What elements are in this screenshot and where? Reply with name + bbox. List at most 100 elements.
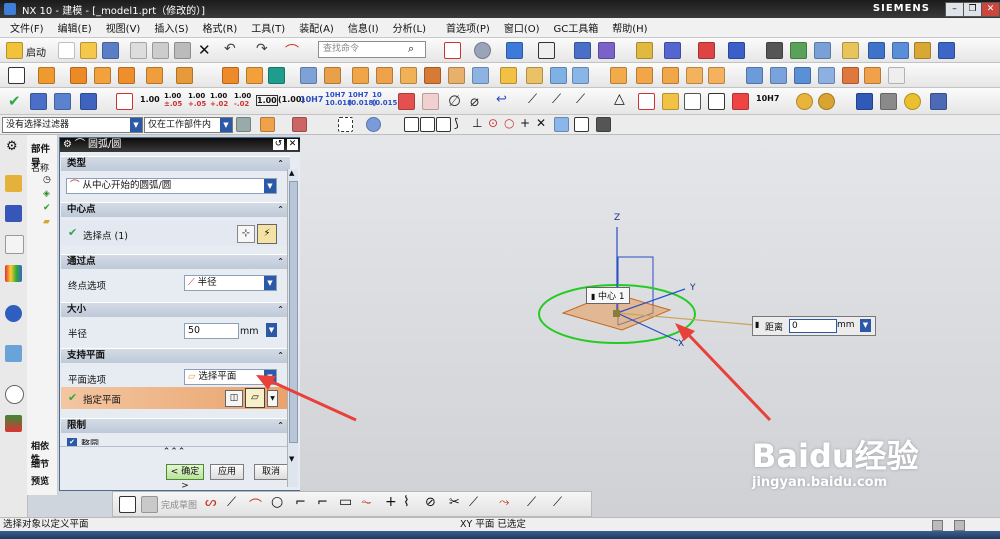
status-icon[interactable] (932, 520, 943, 531)
radius-input[interactable]: 50 (184, 323, 239, 339)
explode-icon[interactable] (938, 42, 955, 59)
fit-range-icon[interactable]: 10 (0.015) (372, 91, 401, 107)
plane-dialog-button[interactable]: ◫ (225, 390, 243, 407)
menu-format[interactable]: 格式(R) (203, 20, 238, 35)
circularity-icon[interactable]: ⌀ (470, 92, 479, 110)
profile-icon[interactable]: ᔕ (205, 495, 217, 510)
snap-bounded-icon[interactable] (574, 117, 589, 132)
wcs-icon[interactable] (598, 42, 615, 59)
background-icon[interactable] (538, 42, 555, 59)
bridge-icon[interactable] (864, 67, 881, 84)
studio-surface-icon[interactable] (794, 67, 811, 84)
datum-icon[interactable] (268, 67, 285, 84)
polygon-icon[interactable]: ⏦ (361, 495, 372, 510)
snap-face-icon[interactable] (554, 117, 569, 132)
section-center-header[interactable]: 中心点 ⌃ (61, 202, 290, 217)
scroll-thumb[interactable] (289, 181, 298, 443)
cone-icon[interactable] (118, 67, 135, 84)
arc-command-icon[interactable]: ⌒ (285, 41, 299, 61)
reuse-library-icon[interactable] (5, 265, 22, 282)
finish-sketch-label[interactable]: 完成草图 (161, 498, 197, 511)
snap-icon[interactable] (636, 42, 653, 59)
face-icon[interactable] (500, 67, 517, 84)
make-corner-icon[interactable]: ⤳ (499, 495, 509, 510)
section-support-plane-header[interactable]: 支持平面 ⌃ (61, 348, 290, 363)
tol-bilateral-icon[interactable]: 1.00 +.05 (188, 92, 206, 108)
point-icon[interactable]: + (385, 494, 397, 510)
pull-face-icon[interactable] (662, 67, 679, 84)
menu-analysis[interactable]: 分析(L) (393, 20, 426, 35)
part-navigator-icon[interactable] (5, 235, 24, 254)
sketch-icon[interactable] (8, 67, 25, 84)
tol-pm-icon[interactable]: 1.00 ±.05 (164, 92, 182, 108)
analysis-icon[interactable] (30, 93, 47, 110)
scroll-down-icon[interactable]: ▼ (289, 455, 294, 463)
coins-icon[interactable] (818, 93, 835, 110)
select-center-point-row[interactable]: ✔ 选择点 (1) ⊹ ⚡ (61, 220, 290, 246)
mirror-icon[interactable] (472, 67, 489, 84)
open-icon[interactable] (80, 42, 97, 59)
hole-icon[interactable] (176, 67, 193, 84)
datum-csys-icon[interactable] (80, 93, 97, 110)
inferred-plane-button[interactable]: ▱ (245, 388, 265, 408)
n-sided-icon[interactable] (818, 67, 835, 84)
assembly-navigator-icon[interactable] (5, 175, 22, 192)
geometric-constraint-icon[interactable]: ⟋ (527, 495, 536, 510)
orient-view-icon[interactable] (574, 42, 591, 59)
crosshatch-icon[interactable] (732, 93, 749, 110)
snap-grid-icon[interactable] (596, 117, 611, 132)
plane-options-button[interactable]: ▼ (267, 390, 278, 407)
snap-arc-icon[interactable] (436, 117, 451, 132)
surface-icon[interactable] (746, 67, 763, 84)
end-option-select[interactable]: ⟋ 半径 ▼ (184, 275, 277, 291)
nav-tab-details[interactable]: 细节 (31, 457, 49, 470)
menu-help[interactable]: 帮助(H) (612, 20, 647, 35)
start-label[interactable]: 启动 (26, 44, 46, 59)
cancel-button[interactable]: 取消 (254, 464, 288, 480)
copy-icon[interactable] (152, 42, 169, 59)
undo-icon[interactable]: ↶ (224, 41, 236, 57)
menu-gc-toolbox[interactable]: GC工具箱 (554, 20, 599, 35)
snap-tangent-icon[interactable]: ⟆ (454, 116, 459, 130)
menu-file[interactable]: 文件(F) (10, 20, 44, 35)
table-icon[interactable] (54, 93, 71, 110)
close-button[interactable]: ✕ (981, 2, 1000, 17)
apply-button[interactable]: 应用 (210, 464, 244, 480)
layer-visible-icon[interactable] (814, 42, 831, 59)
menu-info[interactable]: 信息(I) (348, 20, 379, 35)
feature-check-icon[interactable]: ✔ (43, 203, 51, 213)
point-dialog-button[interactable]: ⊹ (237, 225, 255, 243)
dialog-gear-icon[interactable]: ⚙ (63, 138, 72, 152)
dialog-close-button[interactable]: ✕ (287, 139, 298, 150)
clock-icon[interactable] (5, 385, 24, 404)
offset-curve-icon[interactable]: ⊘ (425, 495, 436, 510)
shell-icon[interactable] (300, 67, 317, 84)
roles-icon[interactable] (5, 415, 22, 432)
tol-basic-icon[interactable]: 1.00 -.02 (234, 92, 251, 108)
trim-body-icon[interactable] (424, 67, 441, 84)
tol-100-icon[interactable]: 1.00 (140, 95, 160, 104)
menu-assembly[interactable]: 装配(A) (299, 20, 334, 35)
snap-settings-icon[interactable] (292, 117, 307, 132)
menu-tools[interactable]: 工具(T) (251, 20, 285, 35)
selection-filter-select[interactable]: 没有选择过滤器 ▼ (2, 117, 143, 133)
quick-trim-icon[interactable]: ✂ (449, 495, 460, 510)
save-icon[interactable] (102, 42, 119, 59)
frame-icon[interactable] (116, 93, 133, 110)
fit-10h7-icon[interactable]: 10H7 (300, 95, 323, 104)
resize-face-icon[interactable] (686, 67, 703, 84)
menu-preferences[interactable]: 首选项(P) (446, 20, 490, 35)
leader-icon[interactable]: ↩ (496, 92, 507, 107)
distance-onscreen-input[interactable]: ▮ 距离 0 mm ▼ (752, 316, 876, 336)
sketch-task-icon[interactable] (119, 496, 136, 513)
quick-extend-icon[interactable]: ⟋ (469, 495, 478, 510)
extrude-icon[interactable] (38, 67, 55, 84)
nav-tab-preview[interactable]: 预览 (31, 474, 49, 487)
section-size-header[interactable]: 大小 ⌃ (61, 302, 290, 317)
check-icon[interactable]: ✔ (8, 92, 21, 110)
custom-symbol-icon[interactable] (662, 93, 679, 110)
through-curves-icon[interactable] (770, 67, 787, 84)
snap-line-icon[interactable] (420, 117, 435, 132)
start-icon[interactable] (6, 42, 23, 59)
menu-edit[interactable]: 编辑(E) (58, 20, 92, 35)
